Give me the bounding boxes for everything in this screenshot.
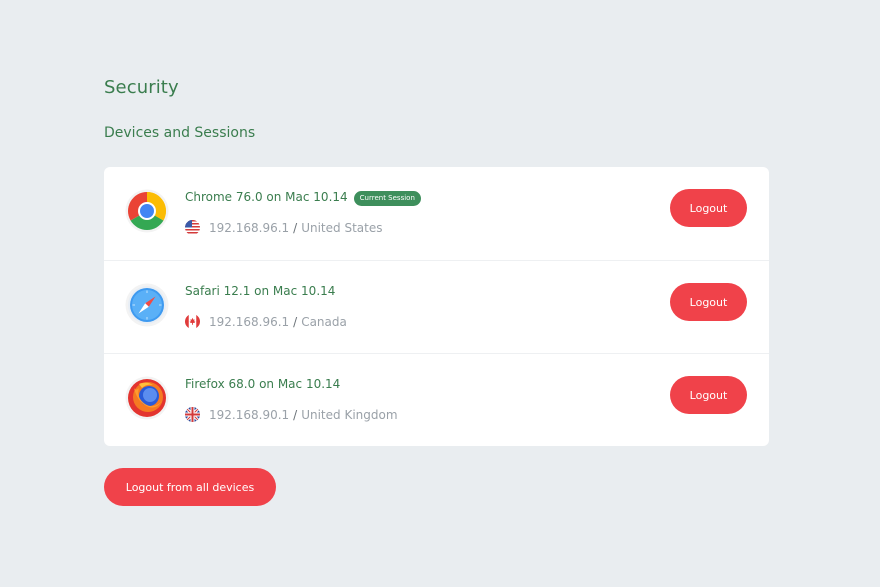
- uk-flag-icon: [185, 407, 200, 422]
- session-meta: 192.168.96.1 / United States: [185, 220, 382, 235]
- location: United States: [301, 220, 383, 235]
- chrome-icon: [125, 189, 169, 233]
- session-title: Safari 12.1 on Mac 10.14: [185, 284, 335, 298]
- ip-address: 192.168.90.1: [209, 407, 290, 422]
- session-title-text: Firefox 68.0 on Mac 10.14: [185, 377, 341, 391]
- firefox-icon: [125, 376, 169, 420]
- session-meta: 192.168.90.1 / United Kingdom: [185, 407, 398, 422]
- session-title-text: Chrome 76.0 on Mac 10.14: [185, 190, 348, 204]
- us-flag-icon: [185, 220, 200, 235]
- session-row-chrome: Chrome 76.0 on Mac 10.14 Current Session: [104, 167, 769, 260]
- sessions-card: Chrome 76.0 on Mac 10.14 Current Session: [104, 167, 769, 446]
- logout-button[interactable]: Logout: [670, 376, 747, 414]
- session-title: Chrome 76.0 on Mac 10.14 Current Session: [185, 190, 421, 206]
- session-meta: 192.168.96.1 / Canada: [185, 314, 347, 329]
- session-row-firefox: Firefox 68.0 on Mac 10.14 192.168.90.1 /…: [104, 353, 769, 446]
- session-title-text: Safari 12.1 on Mac 10.14: [185, 284, 336, 298]
- safari-icon: [125, 283, 169, 327]
- meta-separator: /: [293, 314, 298, 329]
- ip-address: 192.168.96.1: [209, 220, 290, 235]
- meta-separator: /: [293, 220, 298, 235]
- logout-all-button[interactable]: Logout from all devices: [104, 468, 276, 506]
- logout-button[interactable]: Logout: [670, 189, 747, 227]
- location: Canada: [301, 314, 347, 329]
- canada-flag-icon: [185, 314, 200, 329]
- logout-button[interactable]: Logout: [670, 283, 747, 321]
- location: United Kingdom: [301, 407, 398, 422]
- ip-address: 192.168.96.1: [209, 314, 290, 329]
- meta-separator: /: [293, 407, 298, 422]
- session-row-safari: Safari 12.1 on Mac 10.14 192.168.96.1 / …: [104, 260, 769, 353]
- section-title: Devices and Sessions: [104, 125, 256, 141]
- page-title: Security: [104, 77, 179, 98]
- current-session-badge: Current Session: [353, 191, 421, 206]
- session-title: Firefox 68.0 on Mac 10.14: [185, 377, 340, 391]
